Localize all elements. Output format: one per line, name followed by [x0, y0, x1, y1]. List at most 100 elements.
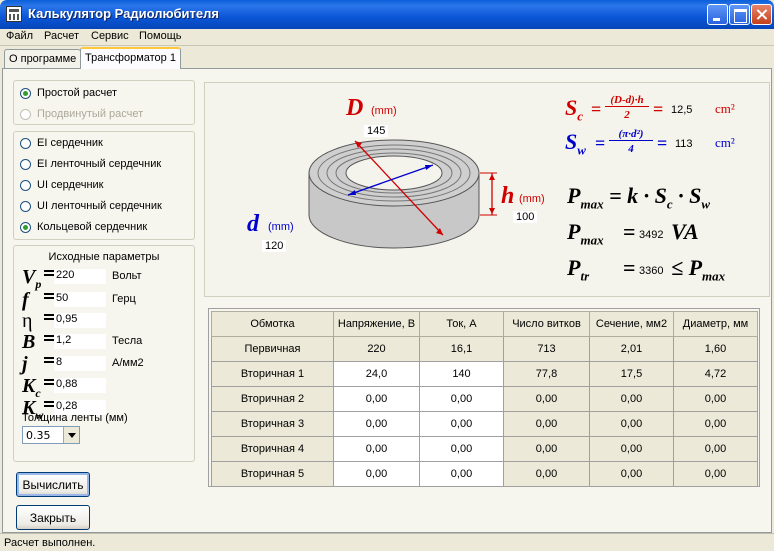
table-cell-input[interactable]: 0,00	[333, 411, 420, 437]
radio-button[interactable]	[20, 180, 31, 191]
select-value: 0.35	[26, 429, 51, 442]
radio-button[interactable]	[20, 159, 31, 170]
radio-button[interactable]	[20, 88, 31, 99]
radio-label: Простой расчет	[37, 87, 118, 99]
status-bar: Расчет выполнен.	[0, 533, 774, 551]
equals-sign	[44, 270, 54, 276]
close-window-button[interactable]	[751, 4, 772, 25]
menu-help[interactable]: Помощь	[139, 30, 182, 42]
inner-diameter-symbol: d	[247, 211, 259, 237]
column-header: Обмотка	[211, 311, 334, 337]
pmax-result: Pmax = 3492 VA	[567, 219, 767, 249]
sc-formula: Sc = (D-d)·h 2 = 12,5 cm²	[565, 94, 765, 125]
sw-formula: Sw = (π·d²) 4 = 113 cm²	[565, 128, 765, 159]
params-title: Исходные параметры	[48, 251, 160, 263]
input-params-group: Исходные параметры Vp 220 Вольт f 50 Гер…	[13, 245, 195, 462]
table-cell: 0,00	[589, 461, 674, 487]
table-cell-input[interactable]: 0,00	[419, 386, 504, 412]
column-header: Число витков	[503, 311, 590, 337]
kc-input[interactable]: 0,88	[54, 378, 106, 393]
column-header: Ток, А	[419, 311, 504, 337]
radio-label: UI сердечник	[37, 179, 104, 191]
tape-thickness-select[interactable]: 0.35	[22, 426, 80, 444]
inner-diameter-unit: (mm)	[268, 221, 294, 233]
equals-sign	[44, 335, 54, 341]
menu-calculation[interactable]: Расчет	[44, 30, 79, 42]
table-cell-input[interactable]: 24,0	[333, 361, 420, 387]
close-button[interactable]: Закрыть	[16, 505, 90, 530]
sw-numerator: (π·d²)	[609, 128, 653, 141]
table-cell-input[interactable]: 0,00	[419, 411, 504, 437]
pmax-symbol: Pmax	[567, 219, 604, 248]
ptr-limit: ≤ Pmax	[671, 255, 726, 284]
equals-sign: =	[623, 219, 636, 244]
param-row-kc: Kc 0,88	[22, 375, 192, 400]
table-cell: 0,00	[673, 461, 758, 487]
minimize-button[interactable]	[707, 4, 728, 25]
radio-label: UI ленточный сердечник	[37, 200, 162, 212]
menu-service[interactable]: Сервис	[91, 30, 129, 42]
radio-button[interactable]	[20, 201, 31, 212]
title-bar[interactable]: Калькулятор Радиолюбителя	[0, 0, 774, 29]
induction-input[interactable]: 1,2	[54, 334, 106, 349]
inner-diameter-value[interactable]: 120	[262, 240, 287, 252]
table-cell-input[interactable]: 140	[419, 361, 504, 387]
row-header: Вторичная 4	[211, 436, 334, 462]
column-header: Диаметр, мм	[673, 311, 758, 337]
tab-about[interactable]: О программе	[4, 49, 82, 68]
height-value[interactable]: 100	[513, 211, 538, 223]
voltage-input[interactable]: 220	[54, 269, 106, 284]
toroid-hole	[345, 155, 443, 191]
arrow-head-icon	[489, 208, 495, 214]
param-unit: Тесла	[112, 335, 143, 347]
menu-bar: Файл Расчет Сервис Помощь	[0, 29, 774, 46]
param-symbol: j	[22, 353, 28, 375]
table-cell: 713	[503, 336, 590, 362]
ptr-value: 3360	[639, 265, 664, 277]
table-cell: 0,00	[673, 386, 758, 412]
maximize-button[interactable]	[729, 4, 750, 25]
table-row: Первичная 220 16,1 713 2,01 1,60	[211, 336, 758, 362]
outer-diameter-symbol: D	[346, 95, 364, 121]
sc-numerator: (D-d)·h	[605, 94, 649, 107]
equals-sign: =	[657, 133, 668, 153]
table-row: Вторичная 3 0,00 0,00 0,00 0,00 0,00	[211, 411, 758, 437]
sc-unit: cm²	[715, 101, 735, 116]
outer-diameter-value[interactable]: 145	[364, 125, 389, 137]
param-unit: Герц	[112, 293, 136, 305]
radio-button[interactable]	[20, 222, 31, 233]
height-unit: (mm)	[519, 193, 545, 205]
tab-transformer-1[interactable]: Трансформатор 1	[80, 47, 181, 69]
sc-value: 12,5	[671, 104, 693, 116]
chevron-down-icon[interactable]	[63, 427, 79, 443]
column-header: Сечение, мм2	[589, 311, 674, 337]
equals-sign	[44, 314, 54, 320]
equals-sign	[44, 401, 54, 407]
table-cell-input[interactable]: 0,00	[419, 461, 504, 487]
current-density-input[interactable]: 8	[54, 356, 106, 371]
table-cell: 0,00	[589, 411, 674, 437]
param-symbol: f	[22, 289, 29, 311]
table-cell: 1,60	[673, 336, 758, 362]
table-header-row: Обмотка Напряжение, В Ток, А Число витко…	[211, 311, 758, 337]
param-row-b: B 1,2 Тесла	[22, 331, 192, 353]
radio-button[interactable]	[20, 138, 31, 149]
table-cell: 4,72	[673, 361, 758, 387]
radio-label: EI ленточный сердечник	[37, 158, 162, 170]
sw-symbol: Sw	[565, 129, 586, 158]
table-cell-input[interactable]: 0,00	[333, 461, 420, 487]
ptr-symbol: Ptr	[567, 255, 590, 284]
menu-file[interactable]: Файл	[6, 30, 33, 42]
pmax-definition: Pmax = k · Sc · Sw	[567, 183, 711, 212]
calculate-button[interactable]: Вычислить	[16, 472, 90, 497]
frequency-input[interactable]: 50	[54, 292, 106, 307]
efficiency-input[interactable]: 0,95	[54, 313, 106, 328]
table-row: Вторичная 5 0,00 0,00 0,00 0,00 0,00	[211, 461, 758, 487]
table-cell-input[interactable]: 0,00	[419, 436, 504, 462]
table-cell: 0,00	[673, 436, 758, 462]
table-cell: 17,5	[589, 361, 674, 387]
table-cell-input[interactable]: 0,00	[333, 386, 420, 412]
table-cell: 0,00	[503, 411, 590, 437]
param-unit: Вольт	[112, 270, 142, 282]
table-cell-input[interactable]: 0,00	[333, 436, 420, 462]
